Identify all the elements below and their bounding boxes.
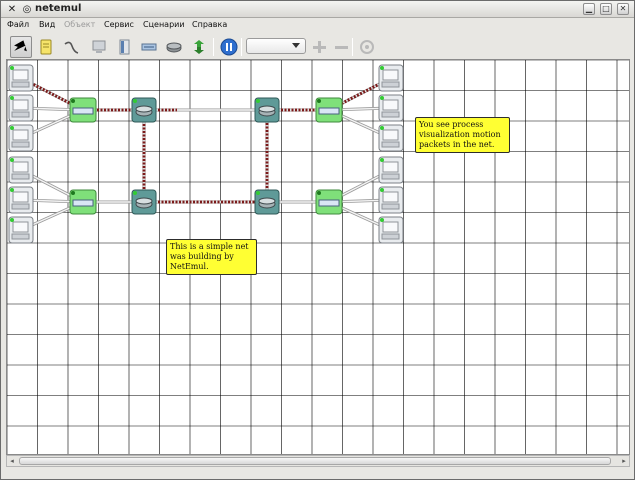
menu-bar: Файл Вид Объект Сервис Сценарии Справка	[1, 18, 634, 34]
title-bar: ✕ ◎ netemul ▁ □ ✕	[1, 1, 634, 18]
reset-button[interactable]	[356, 36, 378, 58]
hub-device[interactable]	[69, 189, 97, 215]
pause-button[interactable]	[218, 36, 240, 58]
computer-device[interactable]	[8, 156, 34, 184]
toolbar-separator	[241, 38, 242, 56]
note-tool-button[interactable]	[35, 36, 57, 58]
chevron-down-icon	[292, 43, 300, 48]
computer-tool-button[interactable]	[88, 36, 110, 58]
computer-device[interactable]	[378, 186, 404, 214]
router-tool-icon	[166, 42, 182, 53]
hub-tool-icon	[141, 43, 157, 51]
menu-scenarios[interactable]: Сценарии	[143, 20, 185, 29]
computer-device[interactable]	[8, 186, 34, 214]
minus-icon	[335, 46, 348, 49]
note-line: visualization motion	[419, 130, 501, 139]
hub-device[interactable]	[315, 97, 343, 123]
computer-device[interactable]	[378, 156, 404, 184]
pin-icon[interactable]: ◎	[21, 3, 33, 15]
note-line: This is a simple net	[170, 242, 249, 251]
pointer-tool-icon	[14, 40, 27, 52]
scroll-right-icon[interactable]: ▸	[619, 456, 629, 466]
note-line: was building by	[170, 252, 234, 261]
minimize-button[interactable]: ▁	[583, 3, 595, 15]
note-tool-icon	[40, 39, 52, 55]
window-title: netemul	[35, 3, 82, 14]
menu-object[interactable]: Объект	[64, 20, 95, 29]
zoom-in-button[interactable]	[308, 36, 330, 58]
menu-file[interactable]: Файл	[7, 20, 29, 29]
server-tool-icon	[119, 39, 130, 55]
reset-icon	[360, 40, 374, 54]
zoom-select[interactable]	[246, 38, 306, 54]
scrollbar-thumb[interactable]	[19, 457, 611, 465]
zoom-out-button[interactable]	[330, 36, 352, 58]
server-tool-button[interactable]	[113, 36, 135, 58]
toolbar-separator	[352, 38, 353, 56]
main-window: ✕ ◎ netemul ▁ □ ✕ Файл Вид Объект Сервис…	[0, 0, 635, 480]
horizontal-scrollbar[interactable]: ◂ ▸	[6, 455, 630, 467]
maximize-button[interactable]: □	[600, 3, 612, 15]
menu-service[interactable]: Сервис	[104, 20, 134, 29]
cable-tool-button[interactable]	[60, 36, 82, 58]
note-simple-net[interactable]: This is a simple net was building by Net…	[166, 239, 257, 275]
network-canvas[interactable]: You see process visualization motion pac…	[6, 59, 630, 455]
hub-device[interactable]	[315, 189, 343, 215]
close-button[interactable]: ✕	[617, 3, 629, 15]
computer-device[interactable]	[8, 64, 34, 92]
network-scene[interactable]	[7, 60, 630, 455]
note-visualization[interactable]: You see process visualization motion pac…	[415, 117, 510, 153]
computer-device[interactable]	[378, 64, 404, 92]
switch-tool-button[interactable]	[188, 36, 210, 58]
menu-help[interactable]: Справка	[192, 20, 227, 29]
minimize-icon: ▁	[585, 4, 593, 13]
note-line: NetEmul.	[170, 262, 209, 271]
router-device[interactable]	[254, 97, 280, 123]
close-icon: ✕	[619, 4, 627, 13]
note-line: You see process	[419, 120, 484, 129]
pointer-tool-button[interactable]	[10, 36, 32, 58]
plus-icon	[313, 41, 326, 53]
status-bar	[1, 467, 634, 479]
router-device[interactable]	[131, 189, 157, 215]
maximize-icon: □	[602, 4, 610, 13]
pause-icon	[220, 38, 238, 56]
toolbar-separator	[213, 38, 214, 56]
computer-device[interactable]	[378, 124, 404, 152]
scroll-left-icon[interactable]: ◂	[7, 456, 17, 466]
router-tool-button[interactable]	[163, 36, 185, 58]
cable-tool-icon	[64, 41, 79, 54]
computer-device[interactable]	[378, 94, 404, 122]
computer-tool-icon	[92, 40, 106, 53]
computer-device[interactable]	[8, 216, 34, 244]
toolbar	[3, 34, 632, 59]
computer-device[interactable]	[378, 216, 404, 244]
computer-device[interactable]	[8, 94, 34, 122]
computer-device[interactable]	[8, 124, 34, 152]
hub-tool-button[interactable]	[138, 36, 160, 58]
window-menu-icon[interactable]: ✕	[6, 3, 18, 15]
switch-tool-icon	[194, 40, 204, 54]
router-device[interactable]	[254, 189, 280, 215]
note-line: packets in the net.	[419, 140, 495, 149]
menu-view[interactable]: Вид	[39, 20, 55, 29]
router-device[interactable]	[131, 97, 157, 123]
hub-device[interactable]	[69, 97, 97, 123]
